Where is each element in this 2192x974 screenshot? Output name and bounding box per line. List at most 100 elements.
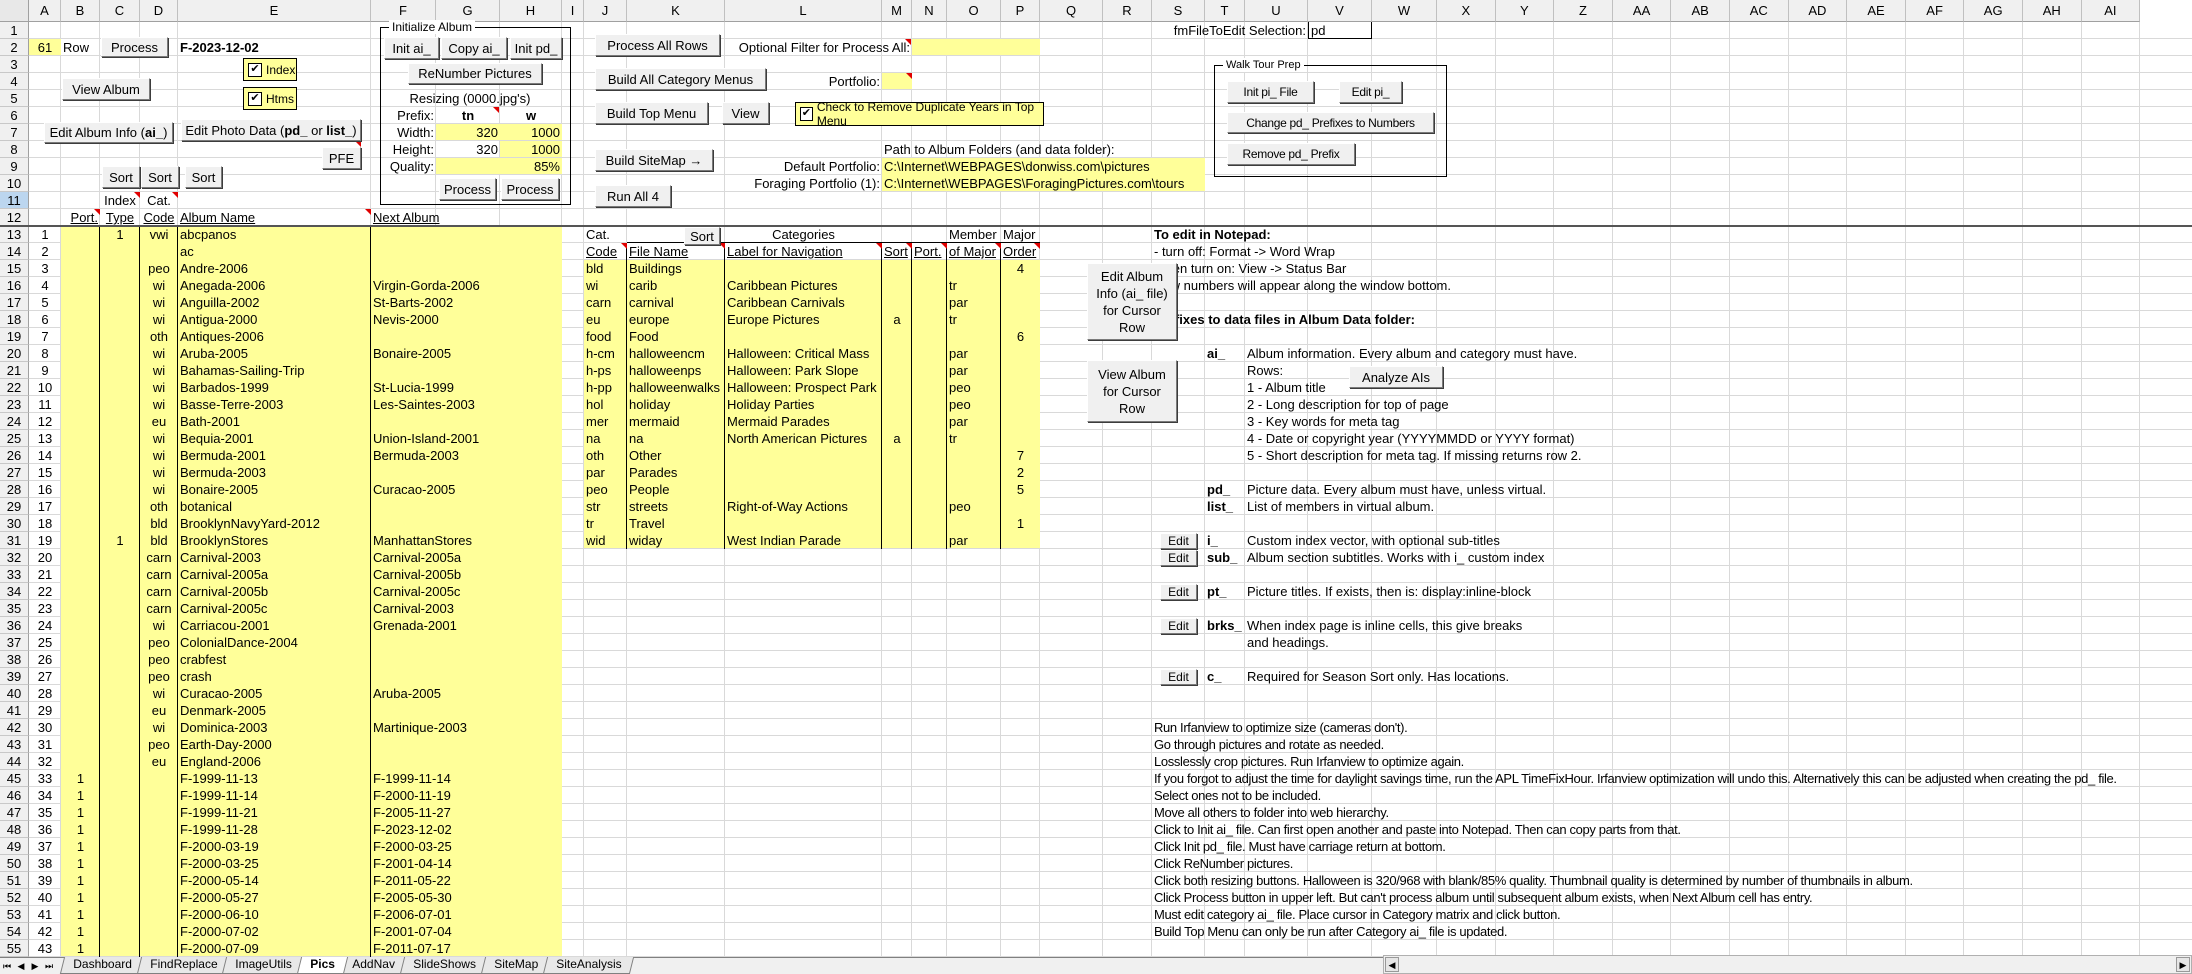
column-header-b[interactable]: B: [61, 0, 100, 22]
process-button[interactable]: Process: [101, 37, 168, 57]
category-member-of-major[interactable]: par: [947, 362, 970, 379]
category-code[interactable]: wid: [584, 532, 608, 549]
album-cat-code[interactable]: bld: [140, 515, 178, 532]
next-album[interactable]: Curacao-2005: [371, 481, 457, 498]
filter-input[interactable]: [912, 39, 916, 56]
row-header[interactable]: 26: [0, 447, 29, 464]
album-name[interactable]: Barbados-1999: [178, 379, 271, 396]
album-name[interactable]: F-2000-05-27: [178, 889, 261, 906]
row-header[interactable]: 5: [0, 90, 29, 107]
row-header[interactable]: 52: [0, 889, 29, 906]
album-name[interactable]: F-1999-11-21: [178, 804, 260, 821]
column-header-l[interactable]: L: [725, 0, 882, 22]
next-album[interactable]: St-Lucia-1999: [371, 379, 456, 396]
category-major-order[interactable]: 4: [1001, 260, 1040, 277]
album-port[interactable]: 1: [61, 804, 100, 821]
column-header-p[interactable]: P: [1001, 0, 1040, 22]
renumber-pictures-button[interactable]: ReNumber Pictures: [408, 63, 542, 84]
album-cat-code[interactable]: wi: [140, 345, 178, 362]
category-sort[interactable]: a: [882, 430, 912, 447]
category-file-name[interactable]: Parades: [627, 464, 679, 481]
album-cat-code[interactable]: peo: [140, 634, 178, 651]
column-header-v[interactable]: V: [1308, 0, 1372, 22]
category-member-of-major[interactable]: tr: [947, 311, 959, 328]
album-name[interactable]: Anegada-2006: [178, 277, 267, 294]
album-index-type[interactable]: 1: [100, 532, 140, 549]
album-name[interactable]: Dominica-2003: [178, 719, 269, 736]
remove-pd-prefix-button[interactable]: Remove pd_ Prefix: [1227, 143, 1355, 165]
column-header-ai[interactable]: AI: [2081, 0, 2141, 22]
album-name[interactable]: Antiques-2006: [178, 328, 266, 345]
edit-brks-button[interactable]: Edit: [1160, 618, 1197, 634]
sheet-tab-sitemap[interactable]: SiteMap: [480, 957, 552, 974]
column-header-n[interactable]: N: [912, 0, 947, 22]
category-code[interactable]: carn: [584, 294, 613, 311]
row-header[interactable]: 19: [0, 328, 29, 345]
edit-pi-button[interactable]: Edit pi_: [1339, 81, 1402, 103]
album-cat-code[interactable]: carn: [140, 549, 178, 566]
row-header[interactable]: 31: [0, 532, 29, 549]
category-member-of-major[interactable]: par: [947, 345, 970, 362]
album-name[interactable]: F-2000-05-14: [178, 872, 261, 889]
album-port[interactable]: 1: [61, 923, 100, 940]
edit-photo-data-button[interactable]: Edit Photo Data (pd_ or list_): [181, 119, 361, 141]
next-album[interactable]: Carnival-2005b: [371, 566, 463, 583]
next-album[interactable]: Carnival-2005c: [371, 583, 462, 600]
album-port[interactable]: 1: [61, 940, 100, 957]
album-cat-code[interactable]: wi: [140, 617, 178, 634]
category-nav-label[interactable]: Halloween: Prospect Park: [725, 379, 879, 396]
category-code[interactable]: na: [584, 430, 602, 447]
row-header[interactable]: 32: [0, 549, 29, 566]
album-name[interactable]: F-2000-06-10: [178, 906, 261, 923]
edit-i-button[interactable]: Edit: [1160, 533, 1197, 549]
album-name[interactable]: Carnival-2005a: [178, 566, 270, 583]
remove-duplicate-years-checkbox[interactable]: ✔ Check to Remove Duplicate Years in Top…: [795, 100, 1044, 128]
first-sheet-icon[interactable]: ⏮: [0, 958, 14, 974]
process-all-rows-button[interactable]: Process All Rows: [595, 34, 720, 56]
category-file-name[interactable]: holiday: [627, 396, 672, 413]
row-header[interactable]: 10: [0, 175, 29, 192]
album-cat-code[interactable]: wi: [140, 379, 178, 396]
album-name[interactable]: Curacao-2005: [178, 685, 264, 702]
album-name[interactable]: F-1999-11-14: [178, 787, 260, 804]
album-port[interactable]: 1: [61, 889, 100, 906]
column-header-f[interactable]: F: [371, 0, 436, 22]
category-file-name[interactable]: na: [627, 430, 645, 447]
sheet-tab-addnav[interactable]: AddNav: [339, 957, 409, 974]
edit-c-button[interactable]: Edit: [1160, 669, 1197, 685]
album-cat-code[interactable]: wi: [140, 311, 178, 328]
column-header-ag[interactable]: AG: [1964, 0, 2023, 22]
album-name[interactable]: crash: [178, 668, 214, 685]
category-file-name[interactable]: Travel: [627, 515, 667, 532]
copy-ai-button[interactable]: Copy ai_: [441, 37, 507, 59]
row-header[interactable]: 54: [0, 923, 29, 940]
album-port[interactable]: 1: [61, 872, 100, 889]
album-name[interactable]: Antigua-2000: [178, 311, 259, 328]
category-nav-label[interactable]: Halloween: Critical Mass: [725, 345, 871, 362]
category-nav-label[interactable]: Caribbean Carnivals: [725, 294, 847, 311]
album-cat-code[interactable]: bld: [140, 532, 178, 549]
album-cat-code[interactable]: wi: [140, 685, 178, 702]
album-name[interactable]: Carnival-2005b: [178, 583, 270, 600]
row-header[interactable]: 29: [0, 498, 29, 515]
category-nav-label[interactable]: Right-of-Way Actions: [725, 498, 850, 515]
edit-album-info-cursor-row-button[interactable]: Edit Album Info (ai_ file) for Cursor Ro…: [1087, 263, 1177, 340]
row-header[interactable]: 49: [0, 838, 29, 855]
next-album[interactable]: Martinique-2003: [371, 719, 469, 736]
next-album[interactable]: Bermuda-2003: [371, 447, 461, 464]
category-code[interactable]: peo: [584, 481, 610, 498]
album-name[interactable]: F-1999-11-13: [178, 770, 260, 787]
album-name[interactable]: Bermuda-2003: [178, 464, 268, 481]
sort-cat-code-button[interactable]: Sort: [141, 166, 179, 188]
album-cat-code[interactable]: eu: [140, 753, 178, 770]
category-code[interactable]: str: [584, 498, 602, 515]
category-nav-label[interactable]: North American Pictures: [725, 430, 869, 447]
category-nav-label[interactable]: Europe Pictures: [725, 311, 822, 328]
foraging-portfolio-path[interactable]: C:\Internet\WEBPAGES\ForagingPictures.co…: [882, 175, 1186, 192]
album-name[interactable]: Basse-Terre-2003: [178, 396, 285, 413]
row-header[interactable]: 42: [0, 719, 29, 736]
column-header-ad[interactable]: AD: [1788, 0, 1848, 22]
album-name[interactable]: Andre-2006: [178, 260, 250, 277]
row-header[interactable]: 36: [0, 617, 29, 634]
row-header[interactable]: 41: [0, 702, 29, 719]
